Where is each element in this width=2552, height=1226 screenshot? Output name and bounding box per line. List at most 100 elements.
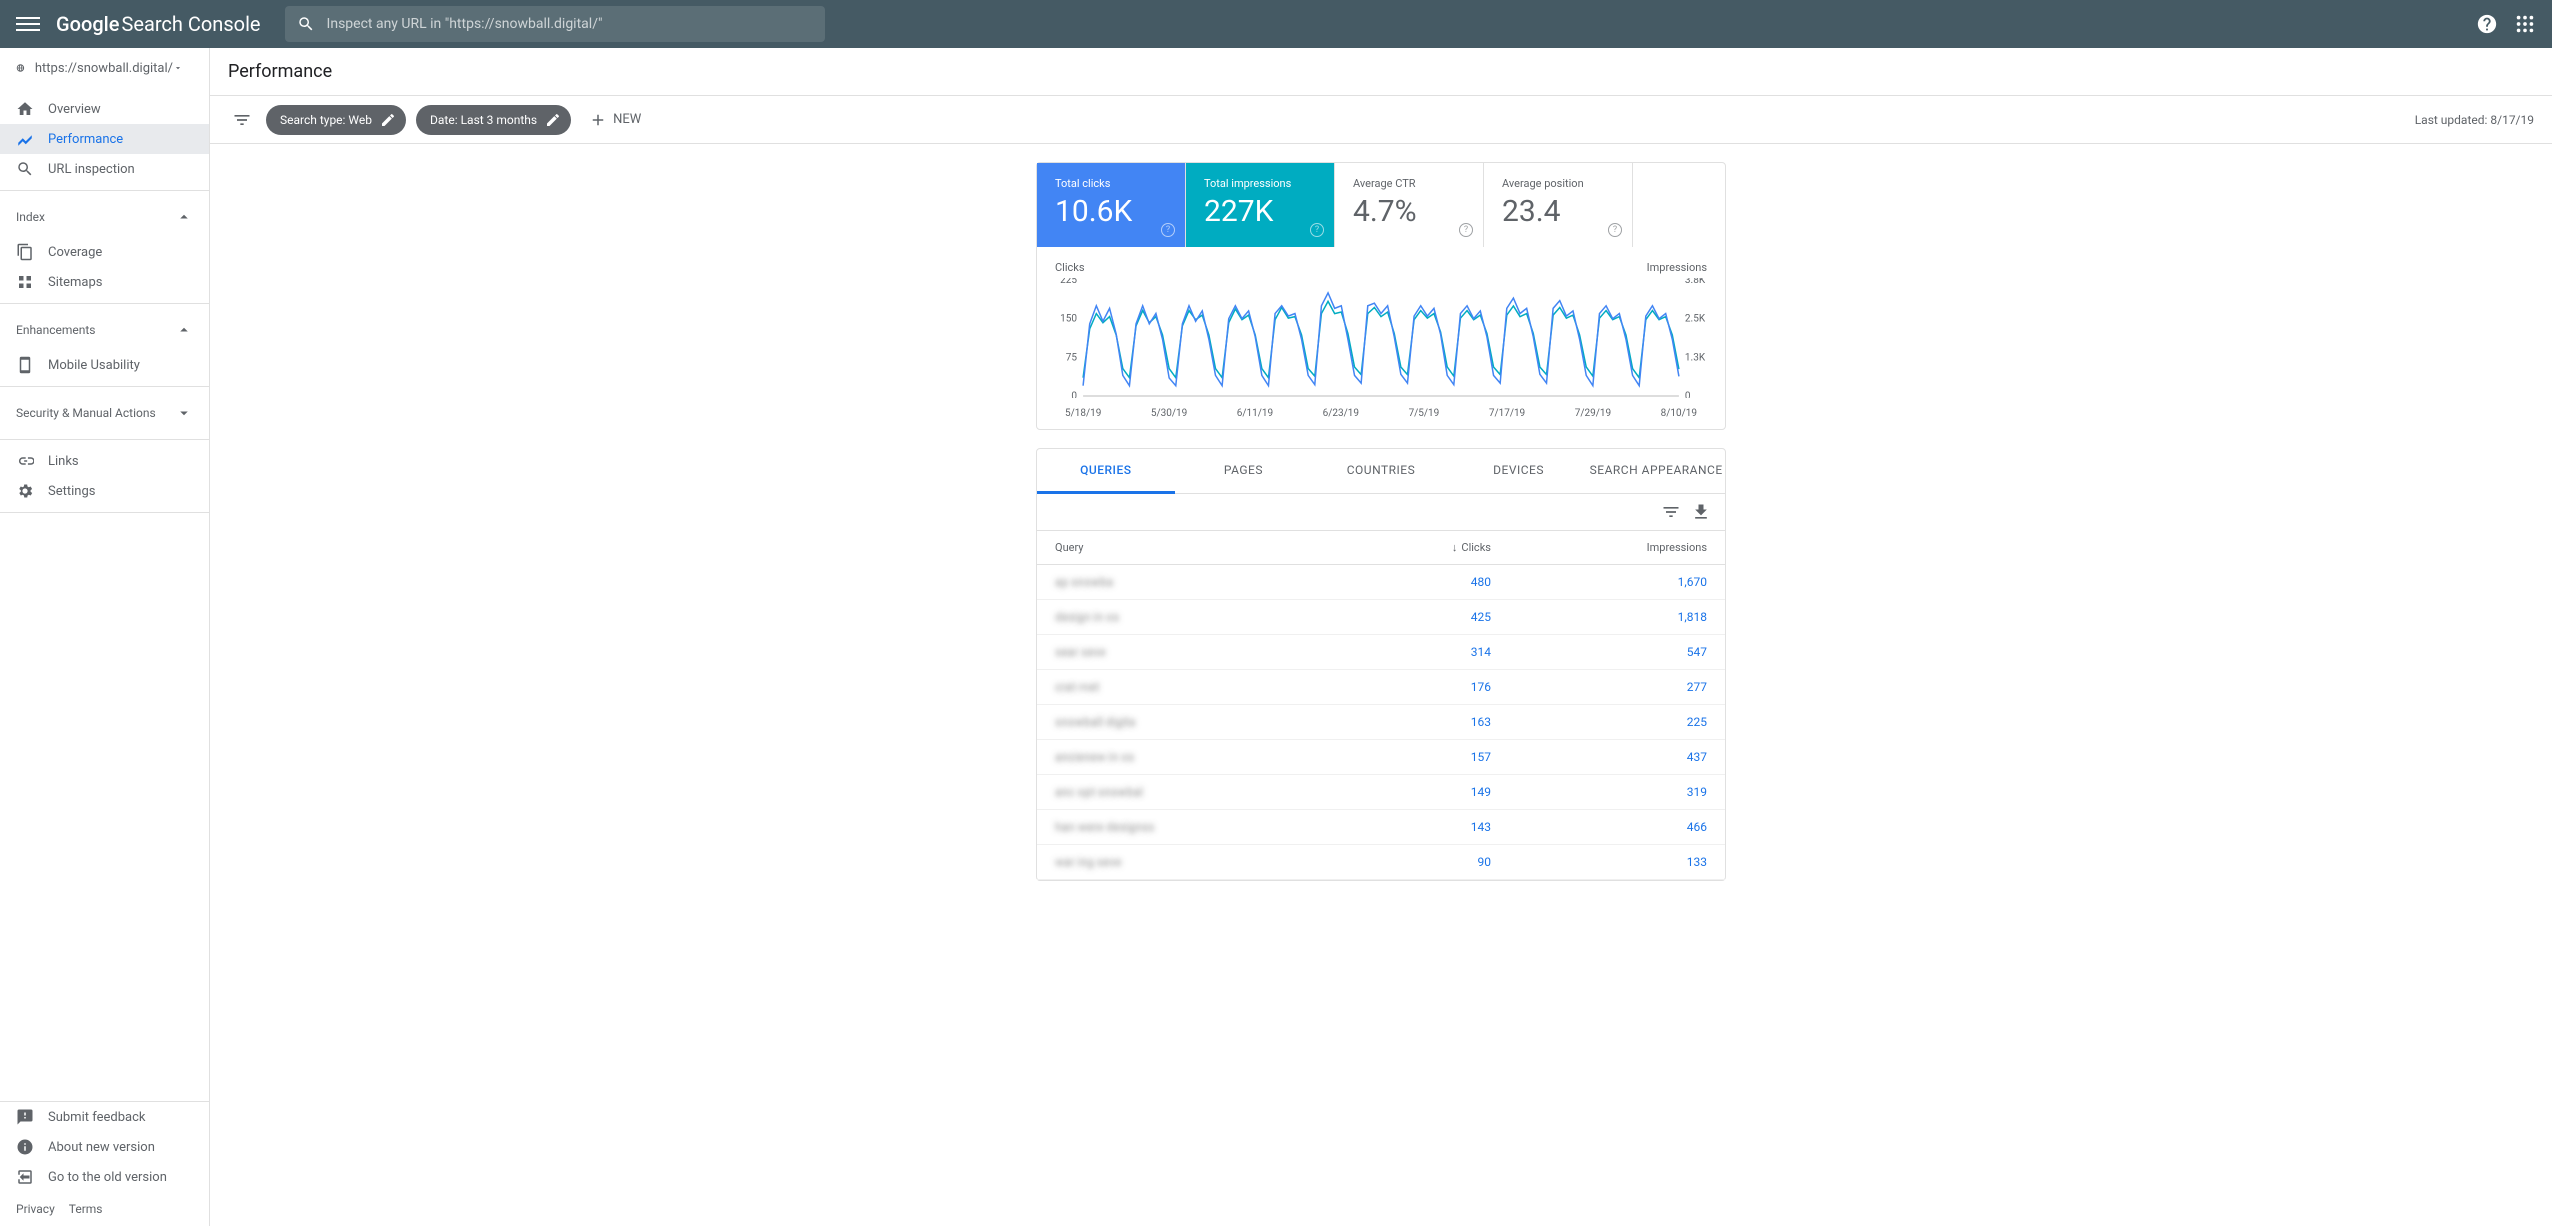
tab-pages[interactable]: PAGES <box>1175 449 1313 493</box>
metric-impressions[interactable]: Total impressions 227K ? <box>1186 163 1335 247</box>
cell-clicks: 425 <box>1341 600 1509 635</box>
metric-value: 10.6K <box>1055 194 1167 229</box>
sidebar-label: Coverage <box>48 245 102 260</box>
cell-query: ap snowba <box>1037 565 1341 600</box>
footer-terms[interactable]: Terms <box>69 1202 103 1216</box>
sidebar-cat-security[interactable]: Security & Manual Actions <box>0 393 209 433</box>
page-title: Performance <box>210 48 2552 96</box>
filter-icon[interactable] <box>228 106 256 134</box>
sidebar-label: Sitemaps <box>48 275 103 290</box>
tab-queries[interactable]: QUERIES <box>1037 449 1175 494</box>
chevron-down-icon <box>173 59 183 77</box>
chip-search-type[interactable]: Search type: Web <box>266 105 406 135</box>
sidebar-item-old-version[interactable]: Go to the old version <box>0 1162 209 1192</box>
sidebar-item-sitemaps[interactable]: Sitemaps <box>0 267 209 297</box>
cell-query: snowball digita <box>1037 705 1341 740</box>
sidebar-item-settings[interactable]: Settings <box>0 476 209 506</box>
sidebar-cat-enhancements[interactable]: Enhancements <box>0 310 209 350</box>
pencil-icon <box>545 112 561 128</box>
cell-impressions: 547 <box>1509 635 1725 670</box>
sidebar-label: URL inspection <box>48 162 135 177</box>
menu-icon[interactable] <box>16 12 40 36</box>
th-impressions[interactable]: Impressions <box>1509 531 1725 565</box>
property-selector[interactable]: https://snowball.digital/ <box>0 48 209 88</box>
search-input[interactable] <box>327 16 813 32</box>
sidebar-item-feedback[interactable]: Submit feedback <box>0 1102 209 1132</box>
cell-query: design in os <box>1037 600 1341 635</box>
cell-clicks: 157 <box>1341 740 1509 775</box>
sidebar-item-overview[interactable]: Overview <box>0 94 209 124</box>
cell-impressions: 437 <box>1509 740 1725 775</box>
sidebar-label: Mobile Usability <box>48 358 140 373</box>
help-icon[interactable]: ? <box>1310 223 1324 237</box>
search-icon <box>297 15 315 33</box>
app-logo[interactable]: Google Search Console <box>56 12 261 36</box>
help-icon[interactable]: ? <box>1459 223 1473 237</box>
apps-icon[interactable] <box>2514 13 2536 35</box>
cell-impressions: 1,818 <box>1509 600 1725 635</box>
feedback-icon <box>16 1108 34 1126</box>
cell-query: war ing seve <box>1037 845 1341 880</box>
new-filter-button[interactable]: NEW <box>581 111 649 129</box>
svg-text:2.5K: 2.5K <box>1685 314 1706 325</box>
sidebar-label: About new version <box>48 1140 155 1155</box>
sidebar-item-links[interactable]: Links <box>0 446 209 476</box>
metrics-card: Total clicks 10.6K ? Total impressions 2… <box>1036 162 1726 430</box>
table-row[interactable]: ap snowba 480 1,670 <box>1037 565 1725 600</box>
cell-impressions: 319 <box>1509 775 1725 810</box>
metric-position[interactable]: Average position 23.4 ? <box>1484 163 1633 247</box>
metric-clicks[interactable]: Total clicks 10.6K ? <box>1037 163 1186 247</box>
chevron-up-icon <box>175 321 193 339</box>
footer-privacy[interactable]: Privacy <box>16 1202 55 1216</box>
sidebar-item-performance[interactable]: Performance <box>0 124 209 154</box>
x-tick: 5/18/19 <box>1065 408 1101 419</box>
sidebar-item-mobile[interactable]: Mobile Usability <box>0 350 209 380</box>
tab-countries[interactable]: COUNTRIES <box>1312 449 1450 493</box>
filter-bar: Search type: Web Date: Last 3 months NEW… <box>210 96 2552 144</box>
sidebar-item-about[interactable]: About new version <box>0 1132 209 1162</box>
table-row[interactable]: snowball digita 163 225 <box>1037 705 1725 740</box>
table-row[interactable]: war ing seve 90 133 <box>1037 845 1725 880</box>
th-clicks[interactable]: ↓Clicks <box>1341 531 1509 565</box>
chip-date[interactable]: Date: Last 3 months <box>416 105 571 135</box>
download-icon[interactable] <box>1691 502 1711 522</box>
x-axis: 5/18/195/30/196/11/196/23/197/5/197/17/1… <box>1055 408 1707 419</box>
url-inspect-search[interactable] <box>285 6 825 42</box>
sidebar-item-coverage[interactable]: Coverage <box>0 237 209 267</box>
tab-devices[interactable]: DEVICES <box>1450 449 1588 493</box>
cat-label: Security & Manual Actions <box>16 406 156 420</box>
metric-ctr[interactable]: Average CTR 4.7% ? <box>1335 163 1484 247</box>
info-icon <box>16 1138 34 1156</box>
help-icon[interactable]: ? <box>1608 223 1622 237</box>
svg-text:150: 150 <box>1060 314 1077 325</box>
sidebar-cat-index[interactable]: Index <box>0 197 209 237</box>
help-icon[interactable]: ? <box>1161 223 1175 237</box>
th-query[interactable]: Query <box>1037 531 1341 565</box>
globe-icon <box>16 60 25 76</box>
filter-icon[interactable] <box>1661 502 1681 522</box>
table-row[interactable]: han were designss 143 466 <box>1037 810 1725 845</box>
table-row[interactable]: design in os 425 1,818 <box>1037 600 1725 635</box>
logo-bold: Google <box>56 12 119 36</box>
table-tabs: QUERIESPAGESCOUNTRIESDEVICESSEARCH APPEA… <box>1037 449 1725 494</box>
chip-label: Date: Last 3 months <box>430 113 537 127</box>
sidebar-label: Submit feedback <box>48 1110 145 1125</box>
sidebar-item-url-inspection[interactable]: URL inspection <box>0 154 209 184</box>
cell-query: anc opt snowbal <box>1037 775 1341 810</box>
cell-impressions: 277 <box>1509 670 1725 705</box>
sidebar-footer: Privacy Terms <box>0 1192 209 1226</box>
svg-text:3.8K: 3.8K <box>1685 278 1706 286</box>
metric-empty <box>1633 163 1725 247</box>
table-row[interactable]: anc opt snowbal 149 319 <box>1037 775 1725 810</box>
table-row[interactable]: sear seve 314 547 <box>1037 635 1725 670</box>
home-icon <box>16 100 34 118</box>
y-left-title: Clicks <box>1055 261 1085 274</box>
cell-impressions: 133 <box>1509 845 1725 880</box>
sidebar-label: Go to the old version <box>48 1170 167 1185</box>
tab-search-appearance[interactable]: SEARCH APPEARANCE <box>1587 449 1725 493</box>
table-row[interactable]: ancienew in os 157 437 <box>1037 740 1725 775</box>
exit-icon <box>16 1168 34 1186</box>
metric-value: 23.4 <box>1502 194 1614 229</box>
table-row[interactable]: crat met 176 277 <box>1037 670 1725 705</box>
help-icon[interactable] <box>2476 13 2498 35</box>
